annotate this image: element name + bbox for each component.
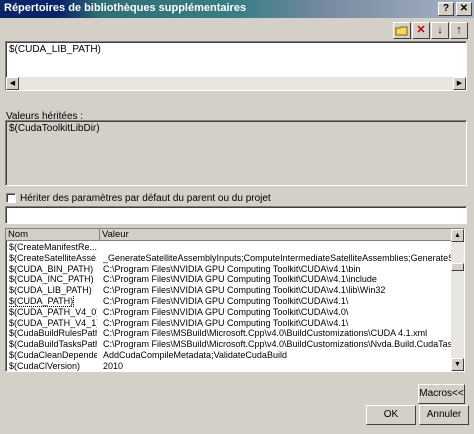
table-row[interactable]: $(CUDA_INC_PATH) C:\Program Files\NVIDIA …: [6, 274, 458, 285]
macro-name-cell: $(CudaClVersion): [9, 360, 97, 371]
macro-value-cell: C:\Program Files\NVIDIA GPU Computing To…: [103, 285, 386, 296]
macro-name-cell: $(CreateManifestRe...: [9, 242, 97, 253]
delete-button[interactable]: ✕: [412, 22, 430, 39]
editor-line[interactable]: $(CUDA_LIB_PATH): [9, 44, 101, 55]
macro-name: $(CudaBuildRulesPath): [9, 328, 97, 339]
macro-value-cell: _GenerateSatelliteAssemblyInputs;Compute…: [103, 252, 458, 263]
macro-name-cell: $(CUDA_PATH): [9, 296, 97, 307]
table-row[interactable]: $(CUDA_PATH_V4_1) C:\Program Files\NVIDIA…: [6, 318, 458, 329]
new-line-button[interactable]: [393, 22, 411, 39]
macro-name: $(CudaBuildTasksPath): [9, 339, 97, 350]
macro-name: $(CudaClVersion): [9, 360, 81, 371]
directories-editor[interactable]: $(CUDA_LIB_PATH) ◀ ▶: [5, 41, 467, 91]
editor-hscroll[interactable]: ◀ ▶: [6, 77, 466, 90]
macro-name: $(CreateSatelliteAssé...: [9, 252, 97, 263]
macro-name-cell: $(CUDA_LIB_PATH): [9, 285, 97, 296]
macro-value-cell: C:\Program Files\NVIDIA GPU Computing To…: [103, 306, 349, 317]
scroll-left-button[interactable]: ◀: [6, 77, 19, 90]
macro-table[interactable]: Nom Valeur $(CreateManifestRe... $(Create…: [5, 228, 465, 372]
arrow-up-icon: ↑: [456, 24, 462, 36]
inherited-values-box: $(CudaToolkitLibDir): [5, 120, 467, 186]
scroll-right-button[interactable]: ▶: [453, 77, 466, 90]
macro-name-cell: $(CUDA_BIN_PATH): [9, 264, 97, 275]
move-up-button[interactable]: ↑: [450, 22, 468, 39]
macro-name: $(CUDA_PATH): [9, 296, 75, 307]
scroll-thumb[interactable]: [451, 263, 464, 271]
table-vscroll[interactable]: ▲ ▼: [451, 229, 464, 371]
table-row[interactable]: $(CudaClVersion) 2010: [6, 360, 458, 371]
column-header-value[interactable]: Valeur: [100, 229, 458, 241]
macro-name-cell: $(CUDA_PATH_V4_1): [9, 318, 97, 329]
macro-name: $(CUDA_INC_PATH): [9, 274, 94, 285]
table-row[interactable]: $(CUDA_LIB_PATH) C:\Program Files\NVIDIA …: [6, 285, 458, 296]
macro-value-cell: 2010: [103, 360, 124, 371]
table-row[interactable]: $(CUDA_BIN_PATH) C:\Program Files\NVIDIA …: [6, 264, 458, 275]
table-row[interactable]: $(CUDA_PATH_V4_0) C:\Program Files\NVIDIA…: [6, 307, 458, 318]
cancel-button[interactable]: Annuler: [419, 405, 469, 425]
window-title: Répertoires de bibliothèques supplémenta…: [4, 2, 247, 14]
macro-name-cell: $(CreateSatelliteAssé...: [9, 253, 97, 264]
macro-filter-input[interactable]: [5, 206, 467, 224]
macro-name: $(CudaCleanDepende...: [9, 350, 97, 360]
scroll-down-button[interactable]: ▼: [451, 358, 464, 371]
arrow-down-icon: ↓: [437, 24, 443, 36]
inherited-value: $(CudaToolkitLibDir): [9, 123, 100, 134]
macro-value-cell: C:\Program Files\NVIDIA GPU Computing To…: [103, 274, 377, 285]
macro-value-cell: C:\Program Files\NVIDIA GPU Computing To…: [103, 263, 361, 274]
macro-name: $(CUDA_PATH_V4_1): [9, 317, 97, 328]
macro-name-cell: $(CudaBuildTasksPath): [9, 339, 97, 350]
macro-value-cell: C:\Program Files\NVIDIA GPU Computing To…: [103, 296, 349, 306]
macro-value-cell: C:\Program Files\MSBuild\Microsoft.Cpp\v…: [103, 339, 458, 350]
column-header-name[interactable]: Nom: [6, 229, 100, 241]
table-row[interactable]: $(CudaBuildRulesPath) C:\Program Files\MS…: [6, 328, 458, 339]
inherit-checkbox[interactable]: [6, 193, 16, 203]
macro-name-cell: $(CudaCleanDepende...: [9, 350, 97, 361]
macro-name-cell: $(CudaBuildRulesPath): [9, 328, 97, 339]
delete-icon: ✕: [416, 24, 426, 36]
macro-value-cell: C:\Program Files\MSBuild\Microsoft.Cpp\v…: [103, 328, 428, 339]
inherit-checkbox-label: Hériter des paramètres par défaut du par…: [20, 193, 271, 204]
macro-name: $(CUDA_BIN_PATH): [9, 263, 94, 274]
table-row[interactable]: $(CudaCleanDepende... AddCudaCompileMetad…: [6, 350, 458, 361]
macros-button[interactable]: Macros<<: [418, 384, 465, 404]
macro-value-cell: AddCudaCompileMetadata;ValidateCudaBuild: [103, 350, 287, 360]
table-row[interactable]: $(CUDA_PATH) C:\Program Files\NVIDIA GPU …: [6, 296, 458, 307]
macro-name: $(CUDA_LIB_PATH): [9, 285, 92, 296]
macro-name-cell: $(CUDA_INC_PATH): [9, 274, 97, 285]
table-row[interactable]: $(CreateSatelliteAssé... _GenerateSatelli…: [6, 253, 458, 264]
macro-value-cell: C:\Program Files\NVIDIA GPU Computing To…: [103, 317, 349, 328]
help-button[interactable]: ?: [438, 2, 454, 16]
macro-name: $(CUDA_PATH_V4_0): [9, 306, 97, 317]
scroll-up-button[interactable]: ▲: [451, 229, 464, 242]
ok-button[interactable]: OK: [366, 405, 416, 425]
macro-name-cell: $(CUDA_PATH_V4_0): [9, 307, 97, 318]
close-button[interactable]: ✕: [456, 2, 472, 16]
move-down-button[interactable]: ↓: [431, 22, 449, 39]
table-row[interactable]: $(CreateManifestRe...: [6, 242, 458, 253]
macro-name: $(CreateManifestRe...: [9, 242, 97, 252]
table-row[interactable]: $(CudaBuildTasksPath) C:\Program Files\MS…: [6, 339, 458, 350]
folder-new-icon: [395, 26, 408, 36]
